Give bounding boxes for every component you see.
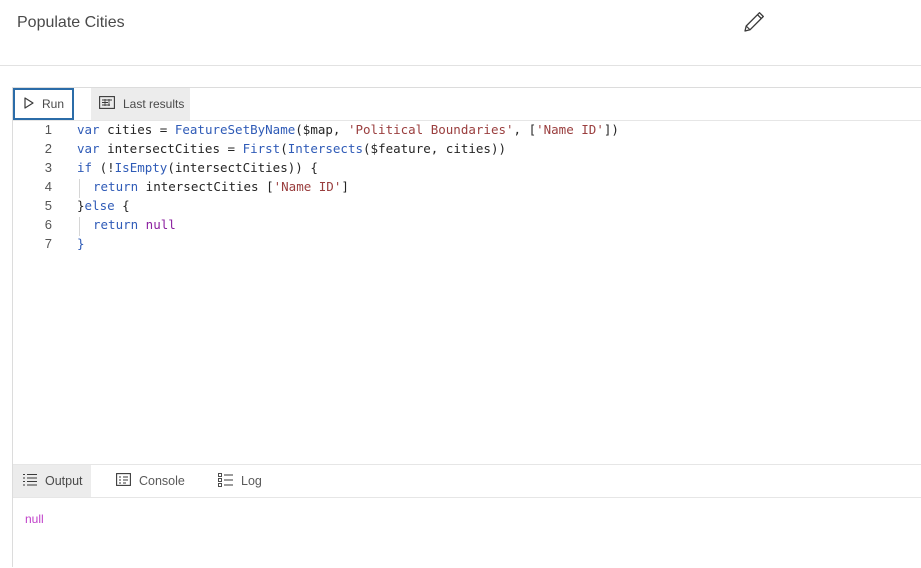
pencil-icon	[742, 10, 766, 39]
code-text: }else {	[77, 198, 130, 213]
code-token: else	[84, 198, 115, 213]
line-number: 1	[44, 122, 52, 137]
code-token: IsEmpty	[114, 160, 168, 175]
code-token: FeatureSetByName	[174, 122, 296, 137]
code-token: Intersects	[287, 141, 364, 156]
code-line: 5 }else {	[13, 198, 921, 217]
code-token: cities =	[99, 122, 175, 137]
code-token: return	[93, 217, 139, 232]
list-icon	[23, 473, 45, 489]
line-number: 7	[44, 236, 52, 251]
code-line: 4 return intersectCities ['Name ID']	[13, 179, 921, 198]
code-token: (!	[92, 160, 115, 175]
play-icon	[24, 96, 42, 112]
code-line: 6 return null	[13, 217, 921, 236]
last-results-button[interactable]: Last results	[91, 88, 190, 120]
line-number: 2	[44, 141, 52, 156]
code-token: }	[77, 236, 85, 251]
code-token: , [	[513, 122, 537, 137]
code-token: {	[114, 198, 130, 213]
tab-log[interactable]: Log	[218, 465, 278, 497]
code-token: ])	[603, 122, 619, 137]
line-number: 6	[44, 217, 52, 232]
code-line: 1 var cities = FeatureSetByName($map, 'P…	[13, 122, 921, 141]
code-token: ]	[341, 179, 349, 194]
tab-console[interactable]: Console	[116, 465, 206, 497]
expression-builder-panel: Run Last results 1 var cities = FeatureS…	[12, 87, 921, 568]
code-token: intersectCities =	[99, 141, 243, 156]
line-number: 3	[44, 160, 52, 175]
code-text: if (!IsEmpty(intersectCities)) {	[77, 160, 318, 175]
code-token: ($map,	[295, 122, 348, 137]
code-token: 'Name ID'	[273, 179, 342, 194]
tab-output-label: Output	[45, 474, 83, 488]
last-results-label: Last results	[123, 97, 185, 111]
code-token: First	[242, 141, 281, 156]
run-label: Run	[42, 97, 65, 111]
code-token: 'Political Boundaries'	[347, 122, 514, 137]
code-line: 7 }	[13, 236, 921, 255]
indent-guide	[79, 179, 80, 198]
output-value: null	[25, 512, 44, 526]
line-number: 5	[44, 198, 52, 213]
output-body: null	[13, 498, 921, 568]
code-token: var	[77, 122, 100, 137]
toolbar: Run Last results	[13, 88, 921, 121]
indent-guide	[79, 217, 80, 236]
code-token: ($feature, cities))	[363, 141, 507, 156]
code-token: if	[77, 160, 93, 175]
code-line: 2 var intersectCities = First(Intersects…	[13, 141, 921, 160]
run-button[interactable]: Run	[13, 88, 74, 120]
log-icon	[218, 472, 241, 490]
tab-output[interactable]: Output	[13, 465, 91, 497]
code-text: return null	[93, 217, 176, 232]
code-text: return intersectCities ['Name ID']	[93, 179, 349, 194]
code-token: 'Name ID'	[536, 122, 604, 137]
line-number: 4	[44, 179, 52, 194]
code-token: (intersectCities)) {	[167, 160, 318, 175]
header: Populate Cities	[0, 0, 921, 66]
code-line: 3 if (!IsEmpty(intersectCities)) {	[13, 160, 921, 179]
code-text: var intersectCities = First(Intersects($…	[77, 141, 506, 156]
console-icon	[116, 473, 139, 489]
code-editor[interactable]: 1 var cities = FeatureSetByName($map, 'P…	[13, 121, 921, 463]
code-text: }	[77, 236, 85, 251]
output-tabs: Output Console Log	[13, 464, 921, 498]
code-text: var cities = FeatureSetByName($map, 'Pol…	[77, 122, 619, 137]
page-title: Populate Cities	[17, 14, 125, 31]
code-token: (	[280, 141, 288, 156]
edit-button[interactable]	[740, 10, 768, 38]
code-token: return	[93, 179, 139, 194]
code-token: }	[77, 198, 85, 213]
code-token: null	[138, 217, 176, 232]
code-token: var	[77, 141, 100, 156]
code-token: intersectCities [	[138, 179, 274, 194]
results-icon	[99, 96, 123, 112]
tab-log-label: Log	[241, 474, 262, 488]
tab-console-label: Console	[139, 474, 185, 488]
